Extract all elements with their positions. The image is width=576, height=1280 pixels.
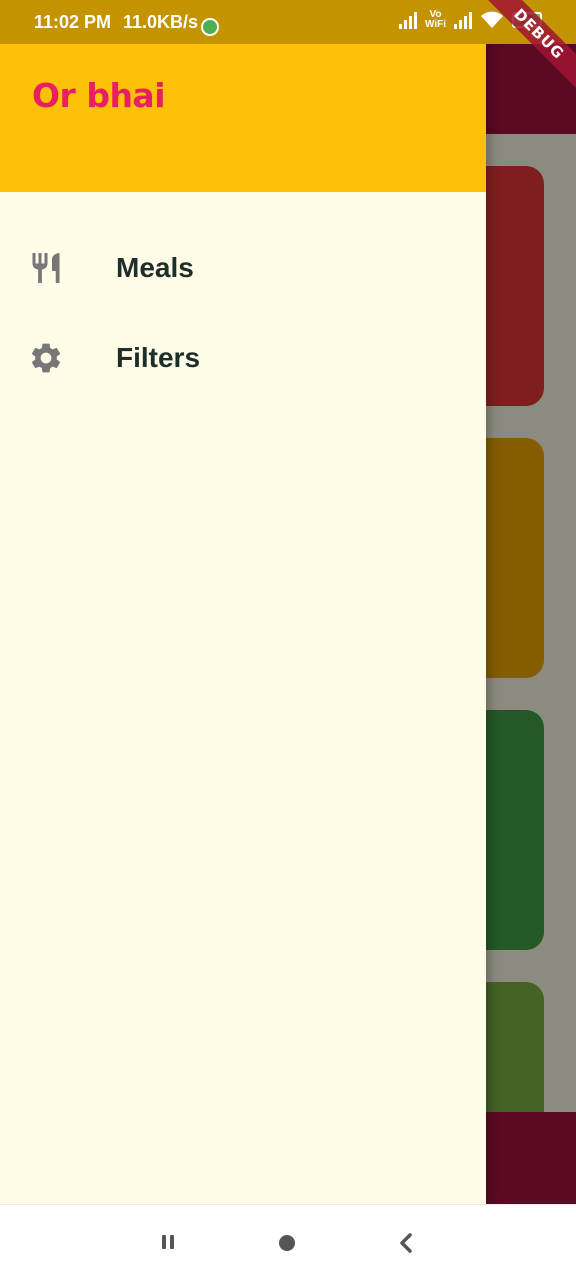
- navigation-drawer: Or bhai Meals Filters: [0, 0, 486, 1204]
- vowifi-label-bottom: WiFi: [424, 19, 446, 30]
- restaurant-icon: [32, 253, 60, 283]
- drawer-header: Or bhai: [0, 44, 486, 192]
- drawer-item-filters[interactable]: Filters: [0, 318, 486, 398]
- settings-icon: [31, 343, 61, 373]
- notification-app-icon: [201, 18, 219, 36]
- system-nav-bar: [0, 1204, 576, 1280]
- status-bar: 11:02 PM 11.0KB/s Vo WiFi 73: [0, 0, 576, 44]
- signal-icon: [454, 11, 472, 29]
- drawer-item-label: Filters: [116, 342, 201, 373]
- status-time: 11:02 PM: [34, 12, 112, 32]
- signal-icon: [398, 11, 417, 29]
- back-icon[interactable]: [398, 1233, 414, 1253]
- drawer-title: Or bhai: [32, 76, 166, 115]
- network-speed: 11.0KB/s: [123, 12, 199, 32]
- drawer-item-meals[interactable]: Meals: [0, 228, 486, 308]
- home-icon[interactable]: [279, 1235, 295, 1251]
- recents-icon[interactable]: [160, 1234, 176, 1250]
- vowifi-icon: Vo WiFi: [425, 10, 446, 30]
- wifi-icon: [481, 11, 503, 28]
- drawer-item-label: Meals: [116, 252, 194, 283]
